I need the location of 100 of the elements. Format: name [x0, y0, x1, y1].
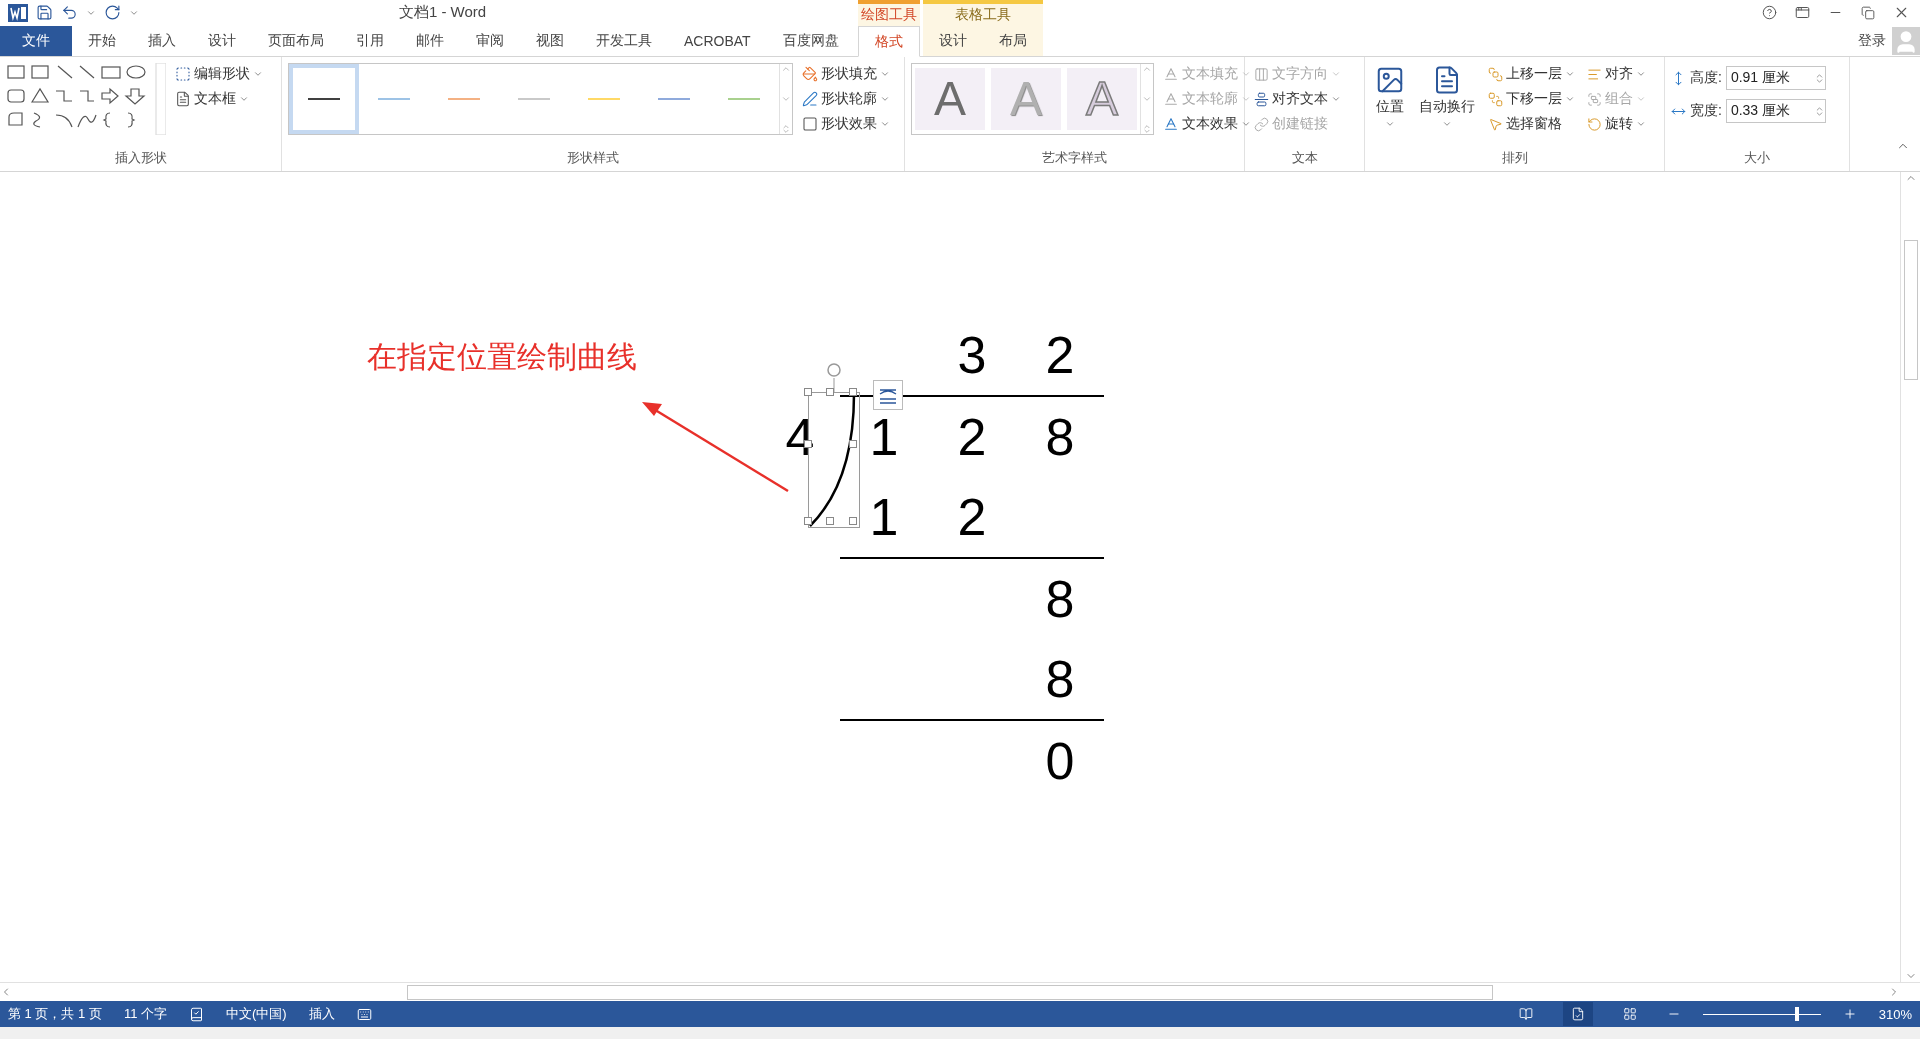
- caret-icon: [253, 69, 263, 79]
- field-label: 宽度:: [1690, 102, 1722, 120]
- page-icon: [1570, 1007, 1585, 1021]
- macro-icon[interactable]: [356, 1006, 372, 1022]
- ribbon-tab[interactable]: 开发工具: [580, 26, 668, 56]
- file-tab[interactable]: 文件: [0, 26, 72, 56]
- digit-text: 3: [957, 329, 987, 381]
- ribbon-button[interactable]: 编辑形状: [172, 63, 266, 85]
- scrollbar-thumb[interactable]: [1903, 240, 1918, 380]
- caret-icon: [1241, 69, 1251, 79]
- scroll-down-icon[interactable]: [781, 94, 791, 104]
- picture-frame-icon: [1375, 65, 1405, 95]
- status-text[interactable]: 11 个字: [123, 1005, 168, 1023]
- ribbon-tab[interactable]: 视图: [520, 26, 580, 56]
- ribbon-button[interactable]: 上移一层: [1485, 63, 1578, 85]
- ribbon-button[interactable]: 文本框: [172, 88, 266, 110]
- caret-icon: [1241, 94, 1251, 104]
- caret-icon: [1331, 69, 1341, 79]
- zoom-in-icon[interactable]: [1842, 1007, 1857, 1021]
- help-icon[interactable]: [1762, 5, 1777, 21]
- ribbon-button[interactable]: 选择窗格: [1485, 113, 1578, 135]
- size-field[interactable]: 0.33 厘米: [1725, 99, 1826, 123]
- digit-text: 8: [1045, 411, 1075, 463]
- scroll-up-icon[interactable]: [1142, 64, 1152, 74]
- status-text[interactable]: 插入: [308, 1005, 335, 1023]
- scroll-down-icon[interactable]: [1142, 94, 1152, 104]
- shape-gallery-drawing[interactable]: [6, 63, 166, 135]
- ribbon-display-icon[interactable]: [1795, 5, 1810, 21]
- ribbon-tab[interactable]: 百度网盘: [766, 26, 855, 56]
- caret-icon: [1636, 69, 1646, 79]
- shape-style-swatch[interactable]: [289, 64, 359, 134]
- restore-icon[interactable]: [1861, 5, 1875, 20]
- caret-icon: [880, 94, 890, 104]
- text-box-icon: [175, 91, 191, 107]
- view-button[interactable]: [1562, 1002, 1593, 1026]
- ribbon-button[interactable]: 形状填充: [799, 63, 893, 85]
- caret-icon: [1565, 69, 1575, 79]
- book-check-icon[interactable]: [189, 1006, 205, 1022]
- pointer-icon: [1488, 116, 1503, 132]
- ribbon-button[interactable]: 对齐: [1584, 63, 1649, 85]
- ribbon-tab[interactable]: 引用: [340, 26, 400, 56]
- group-label: 插入形状: [113, 149, 168, 167]
- ribbon-tab[interactable]: ACROBAT: [668, 26, 767, 56]
- group-label: 艺术字样式: [1041, 149, 1108, 167]
- more-icon[interactable]: [1142, 124, 1152, 134]
- ribbon-button[interactable]: 下移一层: [1485, 88, 1578, 110]
- dashed-square-icon: [175, 66, 191, 82]
- save-icon[interactable]: [36, 4, 53, 22]
- square-icon: [802, 116, 818, 132]
- ribbon-tab[interactable]: 邮件: [400, 26, 460, 56]
- scroll-up-icon[interactable]: [781, 64, 791, 74]
- redo-icon[interactable]: [104, 4, 121, 22]
- digit-text: 8: [1045, 573, 1075, 625]
- ribbon-button[interactable]: 形状轮廓: [799, 88, 893, 110]
- ribbon-tab[interactable]: 页面布局: [252, 26, 340, 56]
- layout-options-icon[interactable]: [873, 380, 903, 410]
- ribbon-button[interactable]: 对齐文本: [1251, 88, 1344, 110]
- columns-icon: [1254, 66, 1269, 82]
- ribbon-tab[interactable]: 设计: [192, 26, 252, 56]
- ribbon-large-button[interactable]: 位置: [1371, 63, 1409, 149]
- annotation-text: 在指定位置绘制曲线: [367, 339, 637, 375]
- digit-text: 0: [1045, 735, 1075, 787]
- zoom-level-text[interactable]: 310%: [1878, 1006, 1912, 1022]
- ribbon-tab[interactable]: 格式: [858, 26, 920, 57]
- size-field[interactable]: 0.91 厘米: [1725, 66, 1826, 90]
- ribbon-tab[interactable]: 布局: [983, 26, 1043, 56]
- ribbon-tab[interactable]: 开始: [72, 26, 132, 56]
- caret-icon: [1565, 94, 1575, 104]
- ribbon-button[interactable]: 旋转: [1584, 113, 1649, 135]
- window-title: 文档1 - Word: [397, 3, 488, 23]
- status-text[interactable]: 中文(中国): [226, 1005, 287, 1023]
- pen-icon: [802, 91, 818, 107]
- ribbon-button[interactable]: 文本效果: [1160, 113, 1254, 135]
- ribbon-tab[interactable]: 插入: [132, 26, 192, 56]
- paint-bucket-icon: [802, 66, 818, 82]
- digit-text: 1: [869, 411, 899, 463]
- scrollbar-thumb[interactable]: [407, 984, 1493, 1000]
- web-layout-icon: [1622, 1007, 1637, 1021]
- tool-group-header: 表格工具: [923, 0, 1043, 26]
- sign-in-link[interactable]: 登录: [1858, 31, 1886, 50]
- ribbon-button[interactable]: 形状效果: [799, 113, 893, 135]
- caret-icon: [1442, 119, 1452, 129]
- letter-icon: [1163, 66, 1179, 82]
- tool-group-header: 绘图工具: [858, 0, 920, 26]
- digit-text: 2: [957, 491, 987, 543]
- letter-icon: [1163, 116, 1179, 132]
- ribbon-large-button[interactable]: 自动换行: [1415, 63, 1479, 149]
- status-text[interactable]: 第 1 页，共 1 页: [8, 1005, 102, 1023]
- link-icon: [1254, 116, 1269, 132]
- field-label: 高度:: [1690, 69, 1722, 87]
- undo-icon[interactable]: [61, 4, 78, 22]
- caret-icon: [880, 69, 890, 79]
- wordart-sample[interactable]: A: [915, 68, 985, 130]
- layers-icon: [1488, 66, 1503, 82]
- more-icon[interactable]: [781, 124, 791, 134]
- ribbon-tab[interactable]: 设计: [923, 26, 983, 56]
- ribbon-tab[interactable]: 审阅: [460, 26, 520, 56]
- rotate-icon: [1587, 116, 1602, 132]
- digit-text: 8: [1045, 653, 1075, 705]
- group-label: 排列: [1500, 149, 1529, 167]
